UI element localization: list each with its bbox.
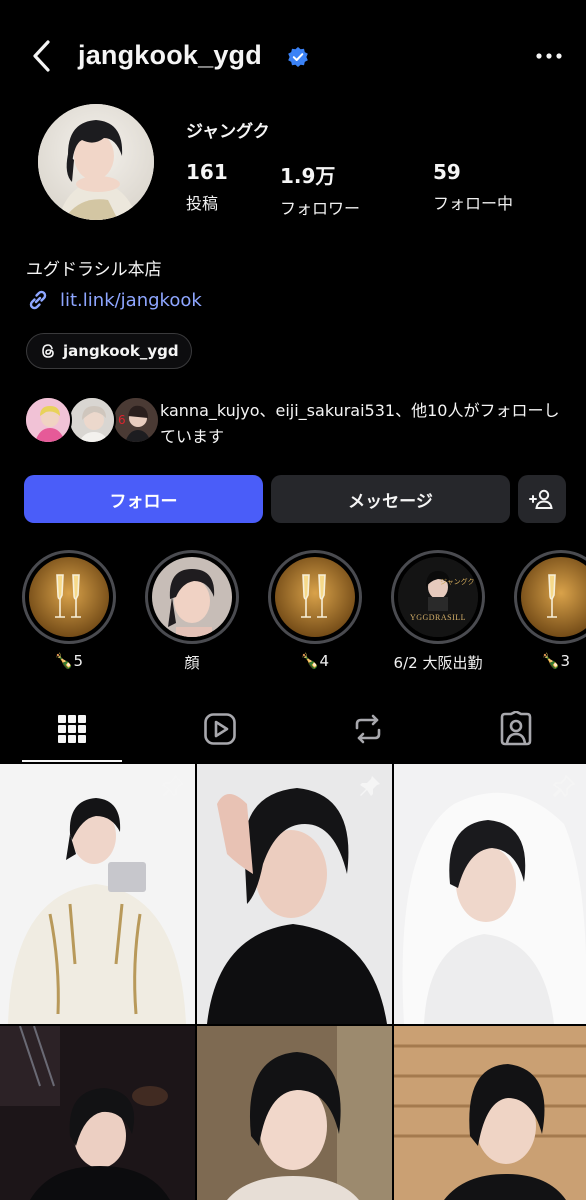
- poster-name-text: ジャングク: [440, 578, 475, 586]
- followers-count[interactable]: 1.9万 フォロワー: [280, 160, 360, 219]
- poster-highlight-image: ジャングク YGGDRASILL: [398, 557, 478, 637]
- tab-tagged[interactable]: [498, 710, 534, 747]
- followers-count-label: フォロワー: [280, 199, 361, 218]
- followed-by-text[interactable]: kanna_kujyo、eiji_sakurai531、他10人がフォローしてい…: [160, 398, 570, 450]
- threads-badge[interactable]: jangkook_ygd: [26, 333, 192, 369]
- highlight-label: 🍾5: [54, 652, 84, 670]
- post-thumbnail[interactable]: [394, 1026, 586, 1200]
- reels-icon: [204, 713, 236, 745]
- suggested-users-button[interactable]: [518, 475, 566, 523]
- post-thumbnail[interactable]: [197, 764, 392, 1024]
- champagne-highlight-image: [275, 557, 355, 637]
- posts-count[interactable]: 161 投稿: [186, 160, 228, 214]
- pinned-post-icon: [360, 776, 380, 796]
- message-button[interactable]: メッセージ: [271, 475, 510, 523]
- highlight-label: 🍾3: [541, 652, 570, 670]
- active-tab-indicator: [22, 760, 122, 762]
- mutual-avatar: 6: [112, 396, 160, 444]
- tagged-person-icon: [500, 710, 532, 746]
- highlight-label: 🍾4: [300, 652, 330, 670]
- highlight-label: 顔: [184, 654, 200, 672]
- repost-icon: [355, 714, 381, 744]
- post-thumbnail[interactable]: [0, 764, 195, 1024]
- person-add-icon: [529, 489, 553, 509]
- svg-text:6: 6: [118, 413, 126, 427]
- profile-display-name: ジャングク: [186, 122, 270, 142]
- grid-icon: [58, 715, 86, 743]
- chevron-left-icon: [33, 40, 50, 72]
- profile-tabs: [0, 705, 586, 763]
- top-bar: jangkook_ygd: [0, 24, 586, 90]
- tab-grid[interactable]: [54, 711, 90, 747]
- verified-badge-icon: [287, 46, 309, 68]
- post-grid: [0, 764, 586, 1200]
- following-count-label: フォロー中: [433, 194, 514, 213]
- highlight-item[interactable]: 🍾3: [514, 550, 586, 675]
- post-thumbnail[interactable]: [197, 1026, 392, 1200]
- more-horizontal-icon: [536, 53, 562, 59]
- poster-title-text: YGGDRASILL: [409, 613, 467, 622]
- face-highlight-image: [152, 557, 232, 637]
- mutual-avatar: [68, 396, 116, 444]
- pinned-post-icon: [162, 775, 184, 797]
- followers-count-value: 1.9万: [280, 164, 336, 188]
- tab-reels[interactable]: [202, 711, 238, 747]
- highlight-item[interactable]: 顔: [145, 550, 241, 675]
- profile-avatar[interactable]: [38, 104, 154, 220]
- highlight-item[interactable]: ジャングク YGGDRASILL 6/2 大阪出勤: [391, 550, 487, 675]
- link-icon: [29, 290, 47, 310]
- back-button[interactable]: [28, 38, 58, 74]
- profile-bio: ユグドラシル本店: [26, 260, 162, 280]
- post-thumbnail[interactable]: [394, 764, 586, 1024]
- tab-reposts[interactable]: [350, 711, 386, 747]
- profile-link[interactable]: lit.link/jangkook: [26, 287, 202, 313]
- following-count-value: 59: [433, 160, 461, 184]
- profile-link-text: lit.link/jangkook: [60, 289, 202, 311]
- mutual-followers-avatars[interactable]: 6: [24, 396, 164, 448]
- highlight-label: 6/2 大阪出勤: [393, 654, 483, 672]
- threads-icon: [42, 344, 54, 358]
- profile-username: jangkook_ygd: [78, 40, 262, 70]
- mutual-avatar: [24, 396, 72, 444]
- highlight-item[interactable]: 🍾4: [268, 550, 364, 675]
- champagne-highlight-image: [29, 557, 109, 637]
- pinned-post-icon: [553, 775, 575, 797]
- highlight-item[interactable]: 🍾5: [22, 550, 118, 675]
- follow-button[interactable]: フォロー: [24, 475, 263, 523]
- posts-count-value: 161: [186, 160, 228, 184]
- following-count[interactable]: 59 フォロー中: [433, 160, 513, 214]
- post-thumbnail[interactable]: [0, 1026, 195, 1200]
- more-options-button[interactable]: [534, 44, 564, 68]
- threads-handle: jangkook_ygd: [63, 342, 179, 360]
- posts-count-label: 投稿: [186, 194, 219, 213]
